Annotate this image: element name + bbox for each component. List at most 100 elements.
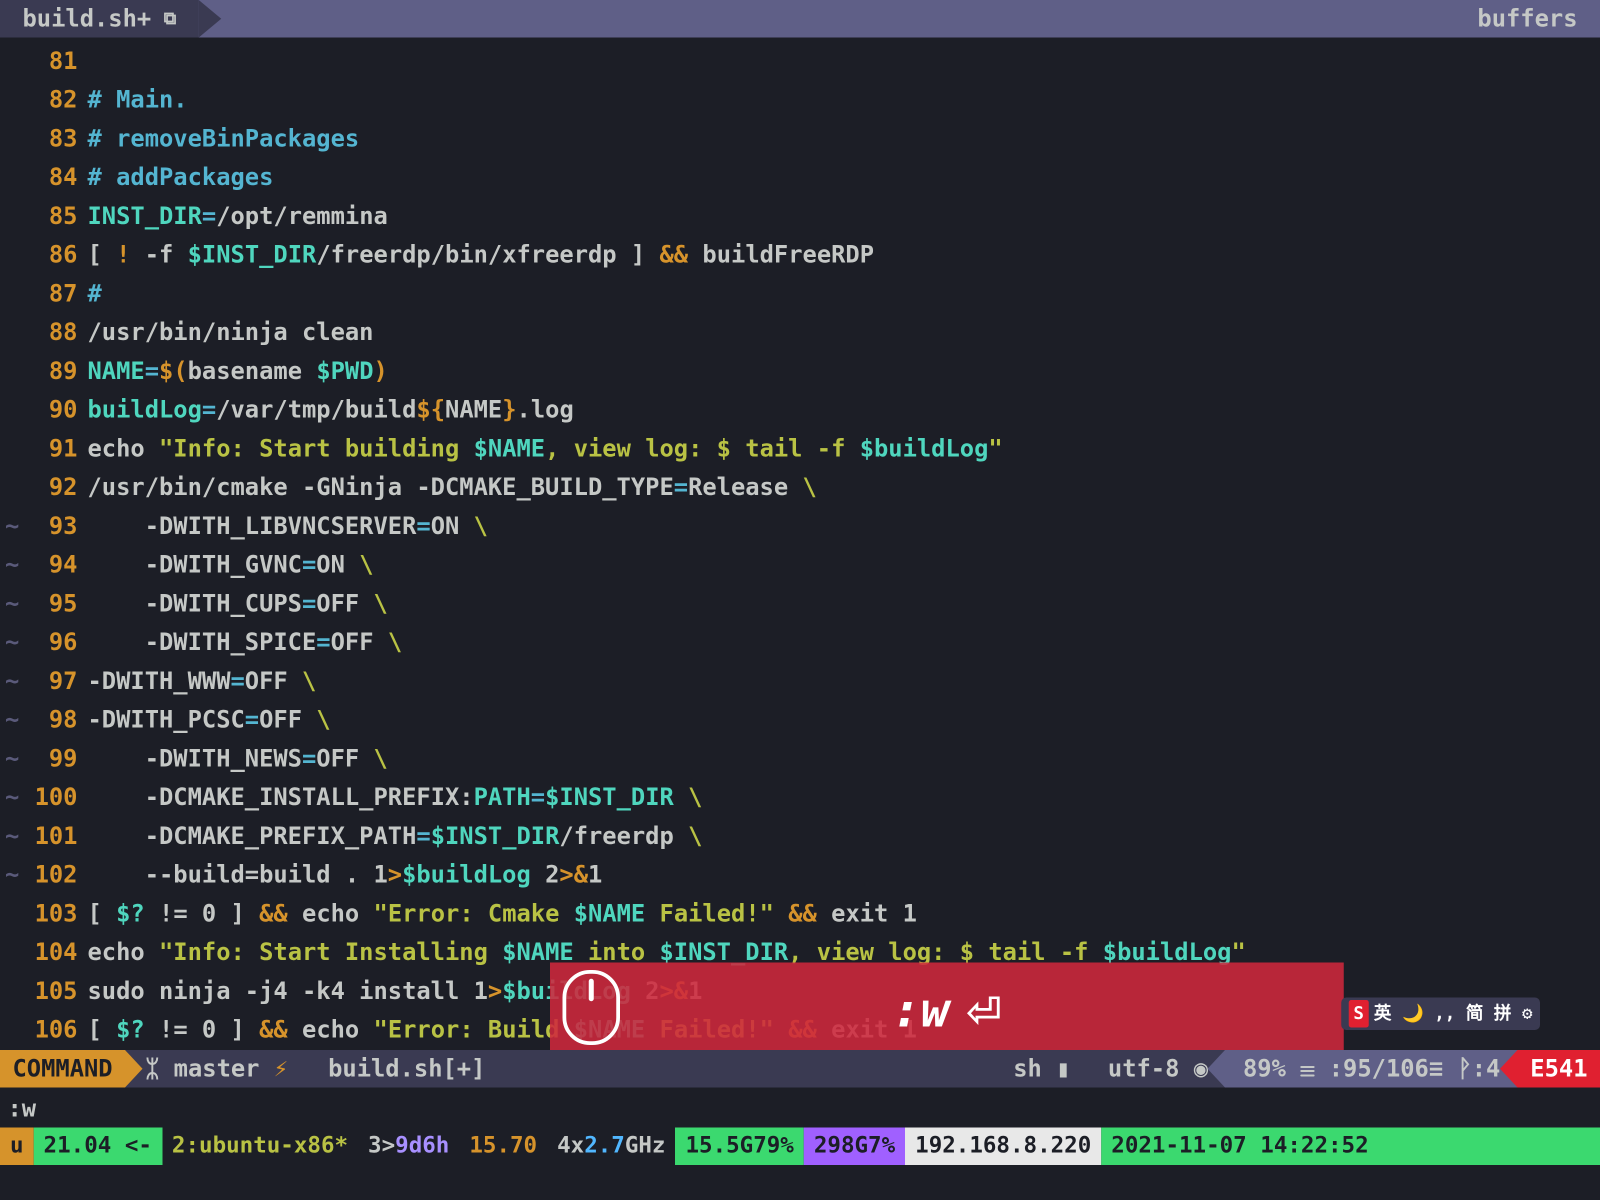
code-content[interactable]: [ $? != 0 ] && echo "Error: Cmake $NAME … bbox=[88, 895, 917, 933]
code-content[interactable]: -DWITH_NEWS=OFF \ bbox=[88, 740, 388, 778]
code-line[interactable]: 83# removeBinPackages bbox=[0, 120, 1600, 159]
line-number: 105 bbox=[0, 973, 88, 1011]
code-content[interactable]: # bbox=[88, 275, 102, 313]
encoding: utf-8 ◉ bbox=[1090, 1050, 1225, 1088]
line-number: ~102 bbox=[0, 857, 88, 895]
line-number: ~98 bbox=[0, 702, 88, 740]
code-line[interactable]: 88/usr/bin/ninja clean bbox=[0, 314, 1600, 353]
code-line[interactable]: ~98-DWITH_PCSC=OFF \ bbox=[0, 701, 1600, 740]
code-content[interactable]: -DCMAKE_INSTALL_PREFIX:PATH=$INST_DIR \ bbox=[88, 779, 703, 817]
branch-icon: ᛯ bbox=[145, 1050, 159, 1088]
line-number: ~97 bbox=[0, 663, 88, 701]
code-line[interactable]: 84# addPackages bbox=[0, 159, 1600, 198]
line-number: ~99 bbox=[0, 740, 88, 778]
line-number: 85 bbox=[0, 198, 88, 236]
code-line[interactable]: 82# Main. bbox=[0, 81, 1600, 120]
line-number: 89 bbox=[0, 353, 88, 391]
tmux-cpu: 4x2.7GHz bbox=[547, 1128, 675, 1166]
command-line[interactable]: :w bbox=[8, 1090, 37, 1128]
code-line[interactable]: ~102 --build=build . 1>$buildLog 2>&1 bbox=[0, 856, 1600, 895]
code-content[interactable]: -DWITH_WWW=OFF \ bbox=[88, 663, 317, 701]
line-number: 90 bbox=[0, 392, 88, 430]
code-content[interactable]: --build=build . 1>$buildLog 2>&1 bbox=[88, 857, 603, 895]
code-line[interactable]: 90buildLog=/var/tmp/build${NAME}.log bbox=[0, 391, 1600, 430]
code-line[interactable]: 85INST_DIR=/opt/remmina bbox=[0, 198, 1600, 237]
line-number: ~101 bbox=[0, 818, 88, 856]
branch-name: master bbox=[174, 1050, 260, 1088]
line-number: 104 bbox=[0, 934, 88, 972]
code-content[interactable]: /usr/bin/cmake -GNinja -DCMAKE_BUILD_TYP… bbox=[88, 469, 817, 507]
code-content[interactable]: /usr/bin/ninja clean bbox=[88, 314, 374, 352]
code-line[interactable]: 103[ $? != 0 ] && echo "Error: Cmake $NA… bbox=[0, 895, 1600, 934]
ime-badge[interactable]: S 英 🌙 ,, 简 拼 ⚙ bbox=[1341, 998, 1540, 1031]
ime-state: 英 🌙 ,, 简 拼 ⚙ bbox=[1374, 1000, 1533, 1028]
code-line[interactable]: ~94 -DWITH_GVNC=ON \ bbox=[0, 546, 1600, 585]
scroll-percent: 89% ☰ :95/106≡ ᚹ:4 bbox=[1226, 1050, 1518, 1088]
line-number: 83 bbox=[0, 120, 88, 158]
line-number: ~93 bbox=[0, 508, 88, 546]
code-line[interactable]: ~95 -DWITH_CUPS=OFF \ bbox=[0, 585, 1600, 624]
tmux-ram: 15.5G79% bbox=[675, 1128, 803, 1166]
tmux-load: 15.70 bbox=[459, 1128, 547, 1166]
code-line[interactable]: 86[ ! -f $INST_DIR/freerdp/bin/xfreerdp … bbox=[0, 236, 1600, 275]
tab-current[interactable]: build.sh+ ⧉ bbox=[0, 0, 199, 38]
code-line[interactable]: 92/usr/bin/cmake -GNinja -DCMAKE_BUILD_T… bbox=[0, 469, 1600, 508]
error-badge: E541 bbox=[1518, 1050, 1600, 1088]
code-content[interactable]: [ ! -f $INST_DIR/freerdp/bin/xfreerdp ] … bbox=[88, 237, 875, 275]
code-content[interactable]: -DWITH_PCSC=OFF \ bbox=[88, 702, 331, 740]
line-number: ~95 bbox=[0, 585, 88, 623]
return-icon: ⏎ bbox=[967, 964, 1002, 1056]
code-content[interactable]: INST_DIR=/opt/remmina bbox=[88, 198, 388, 236]
code-content[interactable]: echo "Info: Start building $NAME, view l… bbox=[88, 430, 1003, 468]
line-number: 84 bbox=[0, 159, 88, 197]
line-number: ~100 bbox=[0, 779, 88, 817]
tmux-disk: 298G7% bbox=[804, 1128, 905, 1166]
tmux-prefix: u bbox=[0, 1128, 34, 1166]
tmux-bar: u 21.04 <- 2:ubuntu-x86* 3>9d6h 15.70 4x… bbox=[0, 1128, 1600, 1166]
code-line[interactable]: 87# bbox=[0, 275, 1600, 314]
code-content[interactable]: -DWITH_CUPS=OFF \ bbox=[88, 585, 388, 623]
code-line[interactable]: ~101 -DCMAKE_PREFIX_PATH=$INST_DIR/freer… bbox=[0, 818, 1600, 857]
code-content[interactable]: NAME=$(basename $PWD) bbox=[88, 353, 388, 391]
line-number: 82 bbox=[0, 82, 88, 120]
sogou-icon: S bbox=[1348, 1000, 1369, 1028]
tab-filename: build.sh+ bbox=[23, 0, 152, 38]
code-content[interactable]: # addPackages bbox=[88, 159, 274, 197]
code-content[interactable]: # Main. bbox=[88, 82, 188, 120]
editor-body[interactable]: 8182# Main.83# removeBinPackages84# addP… bbox=[0, 38, 1600, 1051]
line-number: 103 bbox=[0, 895, 88, 933]
code-content[interactable]: # removeBinPackages bbox=[88, 120, 360, 158]
keystroke-text: :w bbox=[892, 972, 949, 1048]
code-content[interactable]: buildLog=/var/tmp/build${NAME}.log bbox=[88, 392, 574, 430]
mode-indicator: COMMAND bbox=[0, 1050, 125, 1088]
tmux-version: 21.04 <- bbox=[34, 1128, 162, 1166]
keystroke-overlay: :w ⏎ bbox=[550, 963, 1344, 1058]
code-line[interactable]: 81 bbox=[0, 43, 1600, 82]
code-line[interactable]: ~96 -DWITH_SPICE=OFF \ bbox=[0, 624, 1600, 663]
tmux-host[interactable]: 2:ubuntu-x86* bbox=[162, 1128, 358, 1166]
code-line[interactable]: 91echo "Info: Start building $NAME, view… bbox=[0, 430, 1600, 469]
tab-bar: build.sh+ ⧉ buffers bbox=[0, 0, 1600, 38]
code-content[interactable]: -DWITH_LIBVNCSERVER=ON \ bbox=[88, 508, 488, 546]
status-line: COMMAND ᛯ master ⚡ build.sh[+] sh ▮ utf-… bbox=[0, 1050, 1600, 1088]
tmux-datetime: 2021-11-07 14:22:52 bbox=[1101, 1128, 1600, 1166]
tmux-uptime: 3>9d6h bbox=[358, 1128, 459, 1166]
code-line[interactable]: ~99 -DWITH_NEWS=OFF \ bbox=[0, 740, 1600, 779]
code-content[interactable]: -DWITH_SPICE=OFF \ bbox=[88, 624, 403, 662]
line-number: 86 bbox=[0, 237, 88, 275]
code-content[interactable]: -DCMAKE_PREFIX_PATH=$INST_DIR/freerdp \ bbox=[88, 818, 703, 856]
code-line[interactable]: ~100 -DCMAKE_INSTALL_PREFIX:PATH=$INST_D… bbox=[0, 779, 1600, 818]
buffers-label[interactable]: buffers bbox=[1477, 0, 1577, 38]
line-number: 106 bbox=[0, 1012, 88, 1050]
code-line[interactable]: ~97-DWITH_WWW=OFF \ bbox=[0, 663, 1600, 702]
line-number: 88 bbox=[0, 314, 88, 352]
file-name: build.sh[+] bbox=[308, 1050, 505, 1088]
code-line[interactable]: ~93 -DWITH_LIBVNCSERVER=ON \ bbox=[0, 508, 1600, 547]
line-number: ~94 bbox=[0, 547, 88, 585]
code-content[interactable]: -DWITH_GVNC=ON \ bbox=[88, 547, 374, 585]
code-line[interactable]: 89NAME=$(basename $PWD) bbox=[0, 353, 1600, 392]
line-number: 81 bbox=[0, 43, 88, 81]
file-type: sh ▮ bbox=[993, 1050, 1090, 1088]
tmux-ip: 192.168.8.220 bbox=[905, 1128, 1101, 1166]
bolt-icon: ⚡ bbox=[274, 1050, 288, 1088]
